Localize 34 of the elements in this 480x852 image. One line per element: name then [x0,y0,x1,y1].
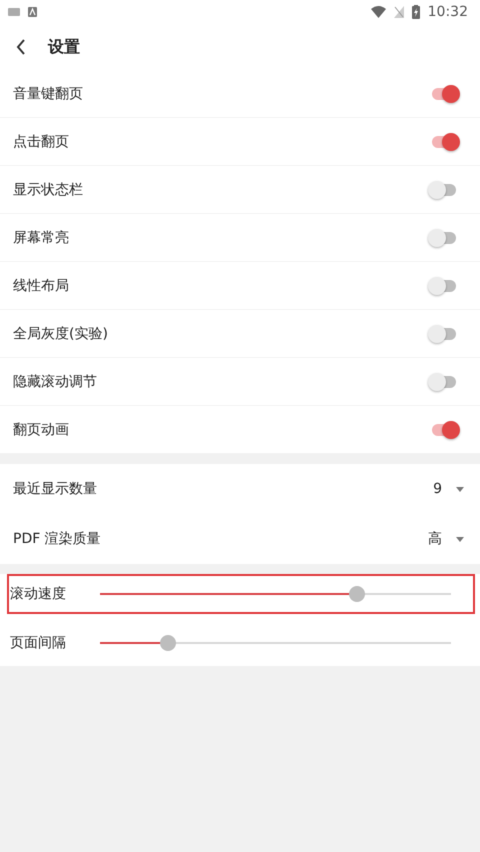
back-icon[interactable] [16,39,26,55]
setting-label: 点击翻页 [13,132,69,150]
dropdown[interactable]: 9 [433,481,464,497]
setting-label: 隐藏滚动调节 [13,372,97,390]
toggle-switch[interactable] [430,420,458,440]
setting-label: 最近显示数量 [13,480,97,498]
setting-label: 全局灰度(实验) [13,324,108,342]
dropdown[interactable]: 高 [428,530,464,548]
slider-thumb[interactable] [348,586,365,602]
toggle-switch[interactable] [430,228,458,248]
setting-label: 线性布局 [13,276,69,294]
caret-icon [456,486,464,492]
setting-label: PDF 渲染质量 [13,530,101,548]
setting-label: 显示状态栏 [13,180,83,198]
keyboard-icon [8,8,20,16]
wifi-icon [370,6,386,18]
slider-thumb[interactable] [160,635,176,651]
toggle-switch[interactable] [430,84,458,104]
setting-label: 音量键翻页 [13,84,83,102]
toggle-switch[interactable] [430,372,458,392]
setting-label: 屏幕常亮 [13,228,69,246]
caret-icon [456,536,464,542]
toggle-switch[interactable] [430,324,458,344]
setting-label: 滚动速度 [10,585,67,603]
no-sim-icon [394,6,404,18]
setting-label: 页面间隔 [10,634,67,652]
battery-icon [412,5,420,19]
toggle-switch[interactable] [430,180,458,200]
page-title: 设置 [48,36,80,58]
setting-label: 翻页动画 [13,420,69,438]
toggle-switch[interactable] [430,276,458,296]
notification-icon [28,7,37,17]
status-time: 10:32 [428,4,468,20]
toggle-switch[interactable] [430,132,458,152]
